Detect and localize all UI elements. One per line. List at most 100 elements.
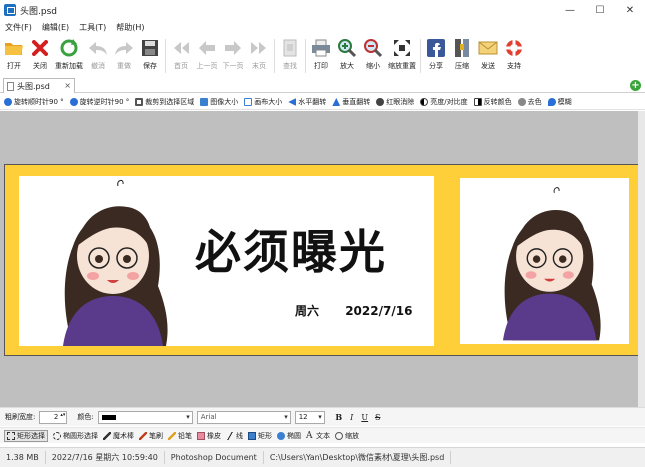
flip-vertical-icon — [332, 98, 341, 106]
prev-page-label: 上一页 — [196, 62, 218, 70]
italic-button[interactable]: I — [346, 411, 358, 424]
toolbar-separator — [305, 39, 306, 73]
zoom-in-icon — [337, 38, 357, 58]
zoom-out-button[interactable]: 缩小 — [361, 36, 385, 76]
brightness-button[interactable]: 亮度/对比度 — [420, 97, 468, 107]
last-page-button[interactable]: 末页 — [247, 36, 271, 76]
canvas-size-button[interactable]: 画布大小 — [244, 97, 282, 107]
invert-colors-button[interactable]: 反转颜色 — [473, 97, 512, 107]
zoom-in-label: 放大 — [340, 62, 354, 70]
mail-envelope-icon — [478, 38, 498, 58]
title-bar: 头图.psd — ☐ ✕ — [0, 0, 645, 20]
redo-button[interactable]: 重做 — [112, 36, 136, 76]
add-tab-button[interactable]: + — [630, 80, 641, 91]
blur-button[interactable]: 模糊 — [547, 97, 572, 107]
prev-page-button[interactable]: 上一页 — [195, 36, 219, 76]
first-page-button[interactable]: 首页 — [169, 36, 193, 76]
window-controls: — ☐ ✕ — [555, 0, 645, 20]
save-button[interactable]: 保存 — [138, 36, 162, 76]
brush-width-label: 粗刷宽度: — [5, 413, 36, 421]
brush-tool[interactable]: 笔刷 — [139, 431, 163, 441]
close-button[interactable]: 关闭 — [28, 36, 52, 76]
share-button[interactable]: 分享 — [424, 36, 448, 76]
prev-page-icon — [197, 38, 217, 58]
red-eye-icon — [376, 98, 385, 106]
rotate-cw-icon — [4, 98, 12, 106]
ellipse-icon — [277, 431, 285, 440]
redo-icon — [114, 38, 134, 58]
close-window-button[interactable]: ✕ — [615, 0, 645, 20]
font-size-select[interactable]: 12 — [294, 410, 325, 424]
desaturate-button[interactable]: 去色 — [517, 97, 542, 107]
tab-close-button[interactable]: × — [64, 81, 71, 90]
support-button[interactable]: 支持 — [502, 36, 526, 76]
image-canvas[interactable]: 必须曝光 周六 2022/7/16 — [0, 111, 645, 407]
lifebuoy-support-icon — [504, 38, 524, 58]
color-picker[interactable] — [97, 410, 193, 424]
menu-edit[interactable]: 编辑(E) — [37, 22, 74, 33]
rectangle-tool[interactable]: 矩形 — [248, 431, 272, 441]
send-button[interactable]: 发送 — [476, 36, 500, 76]
zoom-out-label: 缩小 — [366, 62, 380, 70]
menu-tools[interactable]: 工具(T) — [74, 22, 111, 33]
zoom-reset-button[interactable]: 缩放重置 — [387, 36, 417, 76]
reload-icon — [59, 38, 79, 58]
pencil-tool[interactable]: 铅笔 — [168, 431, 192, 441]
brush-width-stepper[interactable]: 2 — [39, 410, 68, 424]
minimize-button[interactable]: — — [555, 0, 585, 20]
rotate-ccw-button[interactable]: 旋转逆时针90 ° — [69, 97, 129, 107]
rotate-cw-button[interactable]: 旋转顺时针90 ° — [4, 97, 64, 107]
tab-document[interactable]: 头图.psd × — [3, 78, 75, 93]
open-button[interactable]: 打开 — [2, 36, 26, 76]
last-page-label: 末页 — [252, 62, 266, 70]
toolbar-separator — [274, 39, 275, 73]
ellipse-tool[interactable]: 椭圆 — [277, 431, 301, 441]
save-disk-icon — [140, 38, 160, 58]
menu-help[interactable]: 帮助(H) — [111, 22, 149, 33]
zoom-in-button[interactable]: 放大 — [335, 36, 359, 76]
toolbar-separator — [420, 39, 421, 73]
maximize-button[interactable]: ☐ — [585, 0, 615, 20]
vertical-scrollbar[interactable] — [638, 111, 645, 407]
flip-horizontal-icon — [288, 98, 297, 106]
print-button[interactable]: 打印 — [309, 36, 333, 76]
image-size-button[interactable]: 图像大小 — [200, 97, 238, 107]
next-page-button[interactable]: 下一页 — [221, 36, 245, 76]
bold-button[interactable]: B — [333, 411, 345, 424]
pencil-icon — [168, 431, 176, 440]
text-tool[interactable]: A 文本 — [306, 431, 330, 441]
reload-button[interactable]: 重新加载 — [54, 36, 84, 76]
flip-horizontal-button[interactable]: 水平翻转 — [288, 97, 326, 107]
menu-file[interactable]: 文件(F) — [0, 22, 37, 33]
red-eye-button[interactable]: 红眼消除 — [376, 97, 414, 107]
undo-button[interactable]: 撤消 — [86, 36, 110, 76]
compress-button[interactable]: 压缩 — [450, 36, 474, 76]
printer-icon — [311, 38, 331, 58]
zoom-tool[interactable]: 缩放 — [335, 431, 359, 441]
banner-image: 必须曝光 周六 2022/7/16 — [4, 164, 639, 356]
banner-date-line: 周六 2022/7/16 — [295, 302, 412, 319]
strikethrough-button[interactable]: S — [372, 411, 384, 424]
line-tool[interactable]: 线 — [226, 431, 243, 441]
magic-wand-tool[interactable]: 魔术棒 — [103, 431, 134, 441]
drawing-tools-bar: 矩形选择 椭圆形选择 魔术棒 笔刷 铅笔 橡皮 线 矩形 椭圆 A 文本 缩放 — [0, 427, 645, 443]
find-button[interactable]: 查找 — [278, 36, 302, 76]
document-tab-bar: 头图.psd × + — [0, 78, 645, 93]
flip-vertical-button[interactable]: 垂直翻转 — [332, 97, 370, 107]
zoom-out-icon — [363, 38, 383, 58]
eraser-icon — [197, 431, 205, 440]
zoom-reset-label: 缩放重置 — [388, 62, 416, 70]
line-icon — [226, 431, 234, 440]
status-file-size: 1.38 MB — [0, 451, 46, 464]
font-select[interactable]: Arial — [196, 410, 291, 424]
underline-button[interactable]: U — [359, 411, 371, 424]
ellipse-select-tool[interactable]: 椭圆形选择 — [53, 431, 98, 441]
eraser-tool[interactable]: 橡皮 — [197, 431, 221, 441]
crop-button[interactable]: 裁剪到选择区域 — [135, 97, 194, 107]
undo-label: 撤消 — [91, 62, 105, 70]
document-icon — [7, 81, 14, 91]
main-toolbar: 打开 关闭 重新加载 撤消 重做 保存 首页 上一页 下一页 末页 查找 打印 … — [0, 36, 645, 76]
invert-colors-icon — [473, 98, 482, 106]
last-page-icon — [249, 38, 269, 58]
rect-select-tool[interactable]: 矩形选择 — [4, 429, 48, 442]
